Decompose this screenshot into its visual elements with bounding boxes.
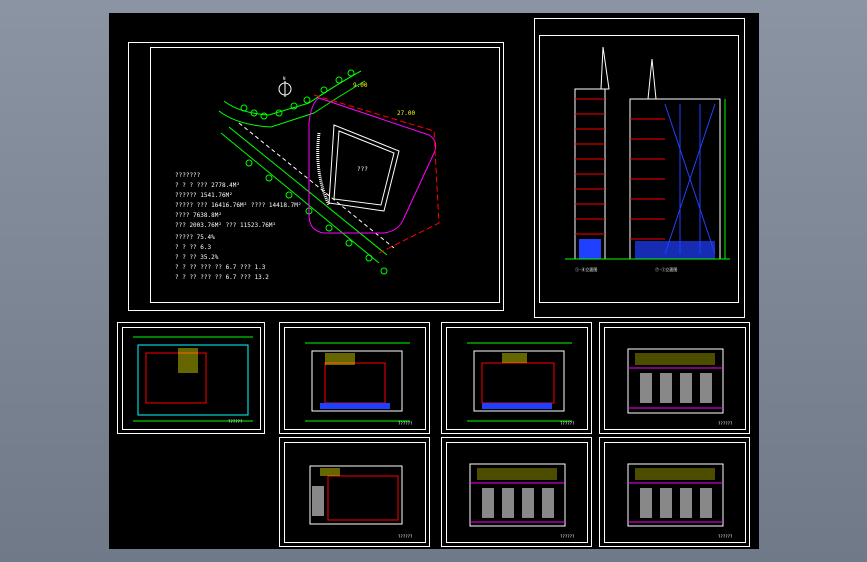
- floor-plan-drawing-7: ??????: [627, 463, 733, 539]
- floor-plan-caption-3: ??????: [560, 421, 575, 426]
- site-note-2: ?????? 1541.76M²: [175, 192, 233, 199]
- site-note-10: ? ? ?? ??? ?? 6.7 ??? 13.2: [175, 274, 269, 281]
- elevation-label-right: ⑦-①立面图: [655, 266, 677, 272]
- floor-plan-drawing-3: ??????: [467, 342, 575, 426]
- model-space-canvas[interactable]: ??? N 27.00 9.00 ??????? ? ? ? ??? 2778.…: [109, 13, 759, 549]
- site-note-3: ????? ??? 16416.76M² ???? 14418.7M²: [175, 202, 301, 209]
- floor-plan-caption-2: ??????: [398, 421, 413, 426]
- floor-plan-sheet-3[interactable]: ??????: [441, 322, 592, 434]
- cad-viewport[interactable]: ??? N 27.00 9.00 ??????? ? ? ? ??? 2778.…: [0, 0, 867, 562]
- elevation-drawing: ①-⑧立面图 ⑦-①立面图: [565, 46, 730, 272]
- site-plan-drawing: ??? N 27.00 9.00 ??????? ? ? ? ??? 2778.…: [175, 69, 440, 281]
- floor-plan-caption-7: ??????: [718, 534, 733, 539]
- floor-plan-drawing-1: ??????: [133, 336, 253, 424]
- floor-plan-sheet-2[interactable]: ??????: [279, 322, 430, 434]
- building-label: ???: [357, 166, 368, 173]
- floor-plan-caption-1: ??????: [228, 419, 243, 424]
- site-note-9: ? ? ?? ??? ?? 6.7 ??? 1.3: [175, 264, 266, 271]
- floor-plan-drawing-6: ??????: [469, 463, 575, 539]
- floor-plan-sheet-6[interactable]: ??????: [441, 437, 592, 547]
- floor-plan-sheet-5[interactable]: ??????: [279, 437, 430, 547]
- site-note-7: ? ? ?? 6.3: [175, 244, 212, 251]
- floor-plan-drawing-5: ??????: [309, 465, 413, 539]
- floor-plan-caption-6: ??????: [560, 534, 575, 539]
- svg-text:27.00: 27.00: [397, 110, 415, 117]
- north-arrow-label: N: [283, 76, 286, 81]
- floor-plan-sheet-4[interactable]: ??????: [599, 322, 750, 434]
- site-note-5: ??? 2003.76M² ??? 11523.76M²: [175, 222, 276, 229]
- site-notes: ??????? ? ? ? ??? 2778.4M² ?????? 1541.7…: [175, 172, 301, 281]
- elevation-label-left: ①-⑧立面图: [575, 266, 597, 272]
- floor-plan-caption-5: ??????: [398, 534, 413, 539]
- floor-plan-caption-4: ??????: [718, 421, 733, 426]
- site-note-6: ????? 75.4%: [175, 234, 215, 241]
- site-note-4: ???? 7638.8M²: [175, 212, 222, 219]
- site-note-0: ???????: [175, 172, 201, 179]
- floor-plan-sheet-7[interactable]: ??????: [599, 437, 750, 547]
- floor-plan-drawing-2: ??????: [305, 342, 413, 426]
- elevation-sheet[interactable]: ①-⑧立面图 ⑦-①立面图: [534, 18, 745, 318]
- site-plan-sheet[interactable]: ??? N 27.00 9.00 ??????? ? ? ? ??? 2778.…: [128, 42, 504, 311]
- svg-text:9.00: 9.00: [353, 82, 368, 89]
- site-note-1: ? ? ? ??? 2778.4M²: [175, 182, 240, 189]
- site-note-8: ? ? ?? 35.2%: [175, 254, 219, 261]
- floor-plan-sheet-1[interactable]: ??????: [117, 322, 265, 434]
- floor-plan-drawing-4: ??????: [627, 348, 733, 426]
